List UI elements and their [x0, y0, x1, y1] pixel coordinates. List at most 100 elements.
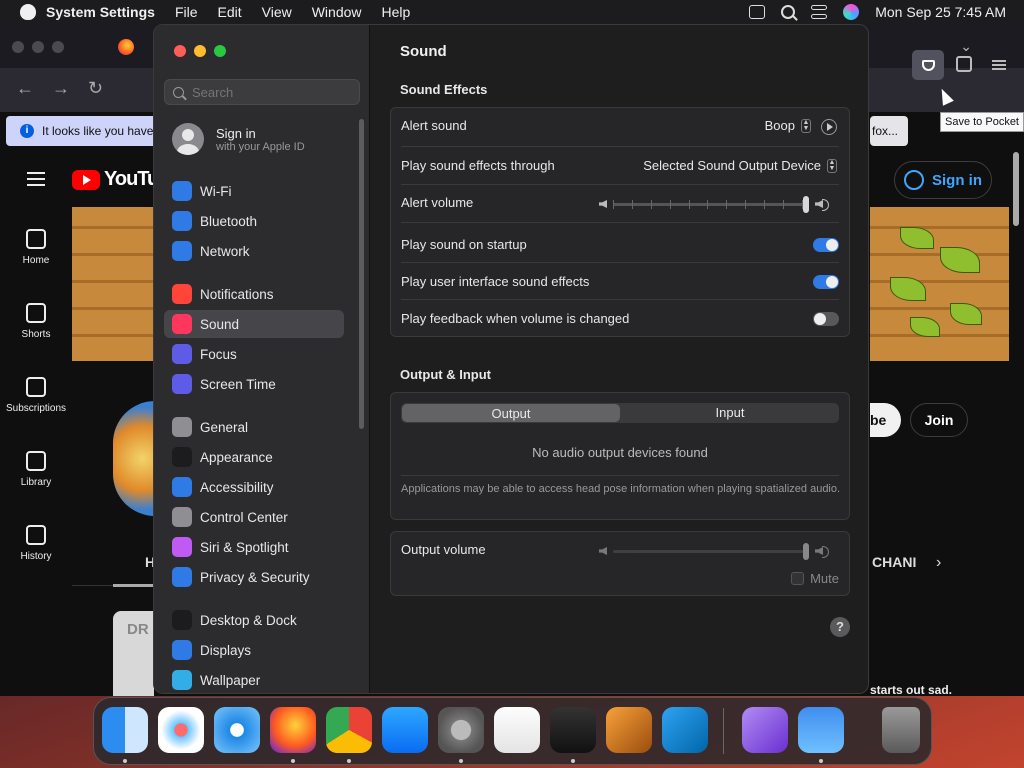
siri-icon[interactable] — [843, 4, 860, 20]
menu-app-name[interactable]: System Settings — [46, 4, 155, 20]
video-title[interactable]: starts out sad. — [870, 683, 952, 697]
safari-icon[interactable] — [214, 707, 260, 753]
channel-avatar[interactable] — [113, 401, 155, 516]
system-settings-icon[interactable] — [438, 707, 484, 753]
menu-view[interactable]: View — [262, 4, 292, 20]
slider-knob[interactable] — [803, 542, 809, 560]
sidebar-item-screen-time[interactable]: Screen Time — [164, 370, 344, 398]
back-icon[interactable]: ← — [16, 78, 34, 99]
mute-checkbox[interactable]: Mute — [791, 571, 839, 586]
alert-sound-popup[interactable]: Boop ▲ ▼ — [765, 118, 811, 133]
appearance-icon — [172, 447, 192, 467]
textedit-icon[interactable] — [494, 707, 540, 753]
nav-library[interactable]: Library — [0, 451, 72, 488]
visual-studio-icon[interactable] — [742, 707, 788, 753]
forward-icon[interactable]: → — [52, 78, 70, 99]
sidebar-item-desktop-dock[interactable]: Desktop & Dock — [164, 606, 344, 634]
notification-button[interactable]: fox... — [870, 116, 908, 146]
search-icon — [173, 86, 184, 98]
pocket-button[interactable] — [912, 50, 944, 80]
chrome-icon[interactable] — [326, 707, 372, 753]
nav-home[interactable]: Home — [0, 229, 72, 266]
garageband-icon[interactable] — [606, 707, 652, 753]
row-divider — [401, 222, 839, 223]
sidebar-item-accessibility[interactable]: Accessibility — [164, 473, 344, 501]
sidebar-item-siri-spotlight[interactable]: Siri & Spotlight — [164, 533, 344, 561]
trash-icon[interactable] — [882, 707, 920, 753]
sidebar-item-wi-fi[interactable]: Wi-Fi — [164, 177, 344, 205]
chevron-down-icon[interactable]: ⌄ — [960, 38, 972, 55]
join-button[interactable]: Join — [910, 403, 968, 437]
spotlight-icon[interactable] — [781, 5, 796, 19]
ui-sounds-toggle[interactable] — [813, 275, 839, 289]
menu-edit[interactable]: Edit — [218, 4, 242, 20]
menu-window[interactable]: Window — [312, 4, 362, 20]
menu-bar: System Settings File Edit View Window He… — [0, 0, 1024, 24]
control-center-icon[interactable] — [811, 5, 828, 19]
screen-mirroring-icon[interactable] — [749, 5, 766, 19]
menu-file[interactable]: File — [175, 4, 198, 20]
chevron-right-icon[interactable]: › — [936, 554, 941, 572]
extensions-icon[interactable] — [956, 56, 972, 72]
nav-shorts[interactable]: Shorts — [0, 303, 72, 340]
tab-input[interactable]: Input — [621, 403, 839, 423]
sidebar-item-control-center[interactable]: Control Center — [164, 503, 344, 531]
video-thumbnail[interactable]: DR — [113, 611, 154, 696]
close-button[interactable] — [174, 45, 186, 57]
sidebar-item-label: Displays — [200, 642, 252, 658]
search-field[interactable] — [164, 79, 360, 105]
menu-clock[interactable]: Mon Sep 25 7:45 AM — [875, 4, 1006, 20]
sidebar-item-label: Sound — [200, 316, 240, 332]
sidebar-scrollbar[interactable] — [359, 119, 364, 429]
tab-output[interactable]: Output — [402, 404, 620, 422]
sidebar-item-label: Screen Time — [200, 376, 276, 392]
running-indicator — [819, 759, 823, 763]
sidebar-item-sound[interactable]: Sound — [164, 310, 344, 338]
sidebar-item-displays[interactable]: Displays — [164, 636, 344, 664]
notification-bar: i It looks like you have — [6, 116, 158, 146]
tooltip: Save to Pocket — [940, 112, 1024, 132]
alert-volume-slider[interactable] — [599, 195, 829, 213]
sidebar-item-general[interactable]: General — [164, 413, 344, 441]
menu-icon[interactable] — [27, 172, 45, 186]
launchpad-icon[interactable] — [158, 707, 204, 753]
app-store-icon[interactable] — [382, 707, 428, 753]
youtube-sign-in-button[interactable]: Sign in — [894, 161, 992, 199]
vscode-icon[interactable] — [662, 707, 708, 753]
output-volume-slider[interactable] — [599, 542, 829, 560]
sidebar-item-appearance[interactable]: Appearance — [164, 443, 344, 471]
firefox-icon[interactable] — [270, 707, 316, 753]
output-input-card: Output Input No audio output devices fou… — [390, 392, 850, 520]
nav-history[interactable]: History — [0, 525, 72, 562]
apple-id-sign-in[interactable]: Sign in with your Apple ID — [172, 123, 305, 155]
feedback-label: Play feedback when volume is changed — [401, 311, 630, 326]
firefox-icon[interactable] — [118, 39, 134, 55]
weather-icon[interactable] — [798, 707, 844, 753]
slider-knob[interactable] — [803, 195, 809, 213]
reload-icon[interactable]: ↻ — [88, 78, 103, 99]
apple-menu-icon[interactable] — [20, 4, 36, 20]
menu-help[interactable]: Help — [382, 4, 411, 20]
play-icon[interactable] — [821, 119, 837, 135]
sidebar-item-network[interactable]: Network — [164, 237, 344, 265]
sidebar-item-focus[interactable]: Focus — [164, 340, 344, 368]
sidebar-item-wallpaper[interactable]: Wallpaper — [164, 666, 344, 693]
checkbox[interactable] — [791, 572, 805, 585]
finder-icon[interactable] — [102, 707, 148, 753]
help-button[interactable]: ? — [830, 617, 850, 637]
zoom-button[interactable] — [214, 45, 226, 57]
page-scrollbar[interactable] — [1013, 152, 1019, 226]
search-input[interactable] — [192, 84, 352, 100]
feedback-toggle[interactable] — [813, 312, 839, 326]
sidebar-item-notifications[interactable]: Notifications — [164, 280, 344, 308]
tab-channels[interactable]: CHANI — [872, 554, 916, 570]
nav-subscriptions[interactable]: Subscriptions — [0, 377, 72, 414]
play-through-popup[interactable]: Selected Sound Output Device ▲ ▼ — [643, 158, 837, 173]
hamburger-menu-icon[interactable] — [992, 60, 1006, 70]
minimize-button[interactable] — [194, 45, 206, 57]
sidebar-item-privacy-security[interactable]: Privacy & Security — [164, 563, 344, 591]
sidebar-item-bluetooth[interactable]: Bluetooth — [164, 207, 344, 235]
subscribe-button[interactable]: be — [870, 403, 901, 437]
terminal-icon[interactable] — [550, 707, 596, 753]
startup-sound-toggle[interactable] — [813, 238, 839, 252]
